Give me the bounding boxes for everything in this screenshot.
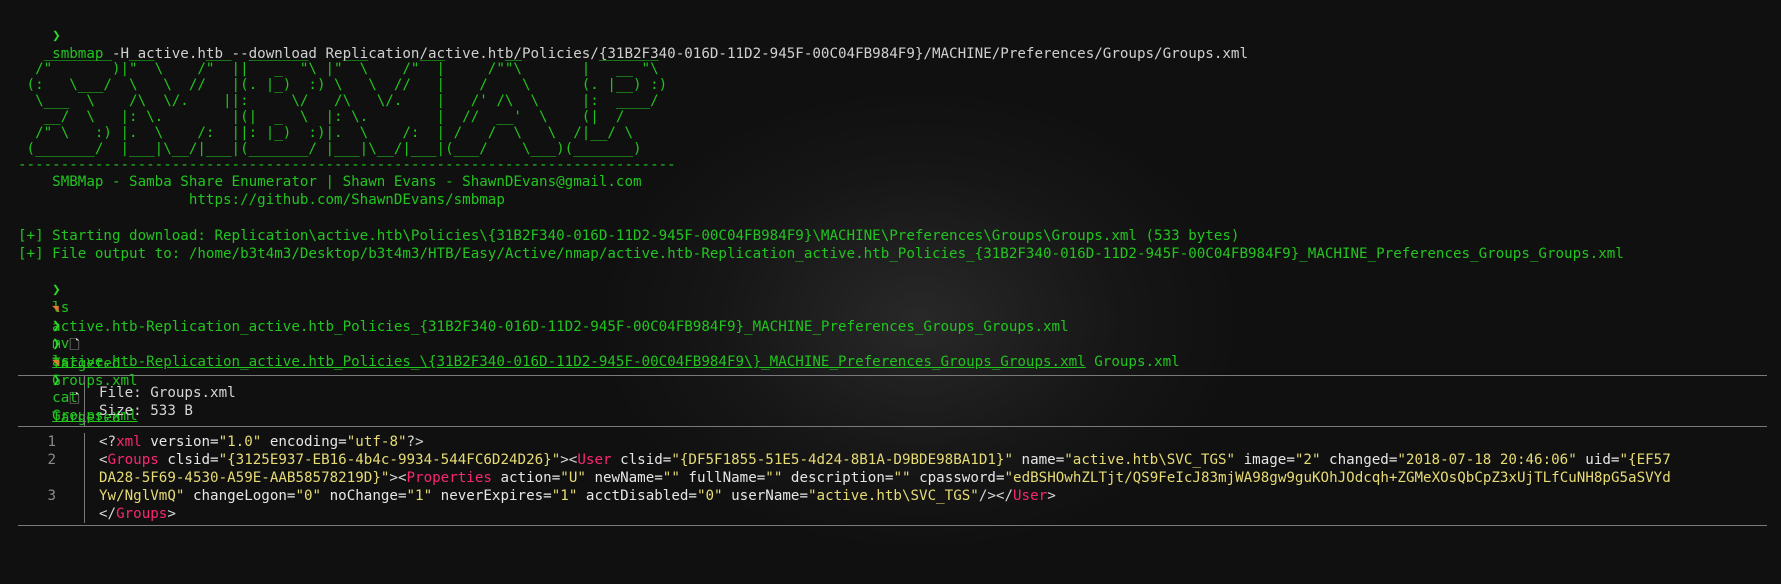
bat-size-label: Size: 533 B <box>99 403 193 419</box>
file-output-status: [+] File output to: /home/b3t4m3/Desktop… <box>18 246 1624 262</box>
prompt-icon: ❯ <box>52 28 61 44</box>
smbmap-banner-art: ________ ___ ___ _______ ___ ___ __ ____… <box>18 45 676 173</box>
code-line-3: </Groups> <box>99 506 176 522</box>
bat-output-panel: File: Groups.xml Size: 533 B 1 2 3 <?xml… <box>18 375 1767 526</box>
ls-output-2: ◥ Groups.xml 🗋 Targeted <box>18 335 1767 426</box>
xml-file-icon: ◥ <box>52 302 59 315</box>
bat-header: File: Groups.xml Size: 533 B <box>18 376 1767 427</box>
bat-body: 1 2 3 <?xml version="1.0" encoding="utf-… <box>18 427 1767 525</box>
line-number: 2 <box>47 452 56 468</box>
command-line-mv: ❯ mv active.htb-Replication_active.htb_P… <box>18 299 1767 370</box>
document-icon: 🗋 <box>69 338 80 353</box>
xml-code: <?xml version="1.0" encoding="utf-8"?> <… <box>85 433 1671 523</box>
line-number: 3 <box>47 488 56 504</box>
command-line-smbmap: ❯ smbmap -H active.htb --download Replic… <box>18 9 1767 62</box>
prompt-icon: ❯ <box>52 282 61 298</box>
mv-source-path[interactable]: active.htb-Replication_active.htb_Polici… <box>52 354 1086 370</box>
line-number-gutter: 1 2 3 <box>18 433 85 523</box>
code-line-1: <?xml version="1.0" encoding="utf-8"?> <box>99 434 424 450</box>
banner-credit: SMBMap - Samba Share Enumerator | Shawn … <box>18 174 642 190</box>
code-line-2-wrap-2: Yw/NglVmQ" changeLogon="0" noChange="1" … <box>99 488 1056 504</box>
download-status: [+] Starting download: Replication\activ… <box>18 228 1240 244</box>
code-line-2-wrap-1: DA28-5F69-4530-A59E-AAB58578219D}"><Prop… <box>99 470 1671 486</box>
bat-header-gutter <box>18 376 85 426</box>
mv-destination: Groups.xml <box>1085 354 1180 370</box>
terminal[interactable]: ❯ smbmap -H active.htb --download Replic… <box>18 9 1767 526</box>
line-number: 1 <box>47 434 56 450</box>
ls-file-entry[interactable]: active.htb-Replication_active.htb_Polici… <box>52 319 1068 335</box>
prompt-icon: ❯ <box>52 336 61 352</box>
command-line-ls: ❯ ls <box>18 263 1767 316</box>
xml-file-icon: ◥ <box>52 356 59 369</box>
code-line-2: <Groups clsid="{3125E937-EB16-4b4c-9934-… <box>99 452 1671 468</box>
ls-output-1: ◥ active.htb-Replication_active.htb_Poli… <box>18 281 1767 372</box>
line-number <box>18 469 84 487</box>
prompt-icon: ❯ <box>52 318 61 334</box>
banner-url: https://github.com/ShawnDEvans/smbmap <box>18 192 505 208</box>
bat-file-label: File: Groups.xml <box>99 385 236 401</box>
